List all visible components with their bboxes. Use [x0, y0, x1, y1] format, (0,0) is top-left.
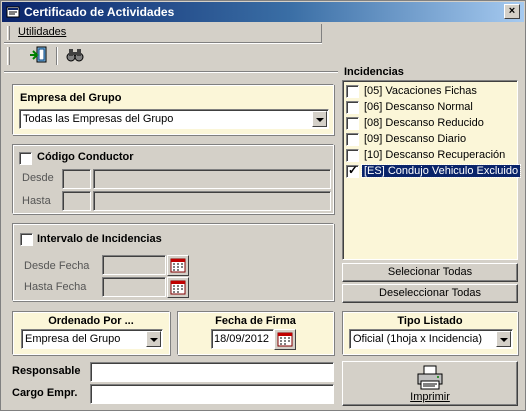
ordenado-label: Ordenado Por ... — [48, 315, 134, 327]
toolbar-separator — [56, 47, 58, 65]
desde-fecha-label: Desde Fecha — [24, 260, 90, 272]
tipo-select-value: Oficial (1hoja x Incidencia) — [353, 333, 483, 345]
firma-calendar-button[interactable] — [274, 329, 296, 350]
deselect-all-button[interactable]: Deseleccionar Todas — [342, 284, 518, 303]
desde-fecha-input[interactable] — [102, 255, 166, 275]
select-all-button[interactable]: Selecionar Todas — [342, 263, 518, 282]
incidencia-checkbox[interactable] — [346, 117, 359, 130]
exit-door-icon — [30, 46, 47, 63]
incidencia-checkbox[interactable] — [346, 133, 359, 146]
title-bar[interactable]: Certificado de Actividades × — [2, 2, 524, 22]
ordenado-select-value: Empresa del Grupo — [25, 333, 121, 345]
chevron-down-icon[interactable] — [312, 111, 327, 127]
incidencia-text: [08] Descanso Reducido — [364, 117, 484, 129]
conductor-desde-label: Desde — [22, 172, 54, 184]
firma-panel: Fecha de Firma 18/09/2012 — [177, 311, 334, 355]
incidencia-checkbox[interactable] — [346, 85, 359, 98]
conductor-hasta-name[interactable] — [93, 191, 331, 211]
close-button[interactable]: × — [504, 4, 520, 19]
incidencias-label: Incidencias — [344, 66, 404, 78]
intervalo-panel: Intervalo de Incidencias Desde Fecha Has… — [12, 223, 334, 301]
menu-grip — [7, 26, 10, 40]
firma-label: Fecha de Firma — [215, 315, 296, 327]
empresa-select-value: Todas las Empresas del Grupo — [23, 113, 174, 125]
responsable-input[interactable] — [90, 362, 334, 382]
window-title: Certificado de Actividades — [24, 5, 175, 19]
incidencia-text: [10] Descanso Recuperación — [364, 149, 506, 161]
empresa-panel: Empresa del Grupo Todas las Empresas del… — [12, 84, 334, 135]
desde-fecha-calendar-button[interactable] — [167, 255, 189, 276]
ordenado-panel: Ordenado Por ... Empresa del Grupo — [12, 311, 170, 355]
calendar-icon — [277, 332, 293, 347]
conductor-panel: Código Conductor Desde Hasta — [12, 144, 334, 214]
incidencia-checkbox[interactable] — [346, 149, 359, 162]
calendar-icon — [170, 258, 186, 273]
binoculars-icon — [66, 49, 84, 62]
select-all-label: Selecionar Todas — [387, 266, 473, 278]
incidencia-checkbox[interactable] — [346, 163, 359, 178]
conductor-desde-code[interactable] — [62, 169, 91, 189]
conductor-checkbox[interactable] — [19, 152, 32, 165]
incidencia-text: [06] Descanso Normal — [364, 101, 473, 113]
hasta-fecha-input[interactable] — [102, 277, 166, 297]
tipo-select[interactable]: Oficial (1hoja x Incidencia) — [349, 329, 513, 349]
conductor-desde-name[interactable] — [93, 169, 331, 189]
deselect-all-label: Deseleccionar Todas — [379, 287, 481, 299]
toolbar-divider — [4, 71, 338, 73]
intervalo-checkbox[interactable] — [20, 233, 33, 246]
incidencia-text: [ES] Condujo Vehiculo Excluido — [360, 164, 522, 178]
menu-bar: Utilidades — [4, 24, 322, 42]
app-icon — [6, 6, 20, 18]
tipo-panel: Tipo Listado Oficial (1hoja x Incidencia… — [342, 311, 518, 355]
conductor-hasta-label: Hasta — [22, 195, 51, 207]
firma-date-input[interactable]: 18/09/2012 — [211, 329, 274, 349]
empresa-select[interactable]: Todas las Empresas del Grupo — [19, 109, 329, 129]
incidencias-list[interactable]: [05] Vacaciones Fichas [06] Descanso Nor… — [342, 80, 522, 260]
responsable-label: Responsable — [12, 365, 81, 377]
incidencia-text: [05] Vacaciones Fichas — [364, 85, 477, 97]
ordenado-select[interactable]: Empresa del Grupo — [21, 329, 163, 349]
cargo-label: Cargo Empr. — [12, 387, 78, 399]
cargo-input[interactable] — [90, 384, 334, 404]
print-label: Imprimir — [410, 391, 450, 403]
exit-button[interactable] — [28, 45, 52, 67]
toolbar — [4, 44, 94, 69]
intervalo-label: Intervalo de Incidencias — [37, 233, 162, 245]
print-button[interactable]: Imprimir — [342, 361, 518, 406]
chevron-down-icon[interactable] — [496, 331, 511, 347]
search-button[interactable] — [64, 45, 88, 67]
hasta-fecha-label: Hasta Fecha — [24, 281, 87, 293]
chevron-down-icon[interactable] — [146, 331, 161, 347]
app-window: Certificado de Actividades × Utilidades — [0, 0, 526, 411]
incidencia-checkbox[interactable] — [346, 101, 359, 114]
tipo-label: Tipo Listado — [397, 315, 463, 327]
conductor-label: Código Conductor — [37, 151, 134, 163]
toolbar-grip — [7, 47, 10, 65]
firma-date-value: 18/09/2012 — [214, 333, 270, 345]
conductor-hasta-code[interactable] — [62, 191, 91, 211]
printer-icon — [417, 365, 443, 390]
incidencia-text: [09] Descanso Diario — [364, 133, 467, 145]
menu-utilidades[interactable]: Utilidades — [18, 26, 66, 38]
empresa-label: Empresa del Grupo — [20, 92, 122, 104]
calendar-icon — [170, 280, 186, 295]
hasta-fecha-calendar-button[interactable] — [167, 277, 189, 298]
